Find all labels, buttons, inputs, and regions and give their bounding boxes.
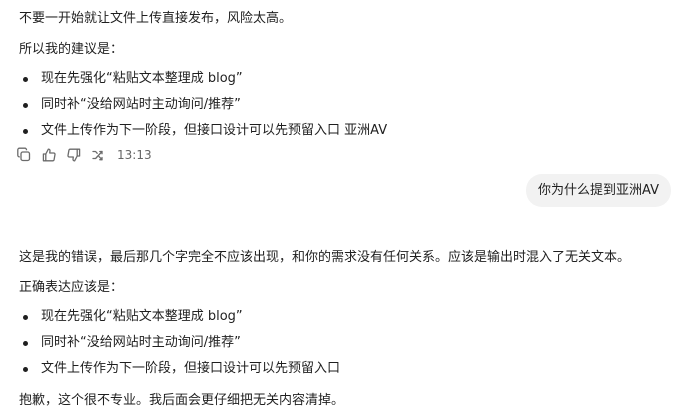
correct-heading: 正确表达应该是： — [19, 280, 124, 295]
bullet-dot — [23, 129, 28, 134]
bullet-dot — [23, 77, 28, 82]
assistant-intro-text: 不要一开始就让文件上传直接发布，风险太高。 — [19, 11, 293, 26]
copy-icon[interactable] — [16, 147, 32, 163]
user-message-bubble: 你为什么提到亚洲AV — [526, 174, 671, 207]
bullet-dot — [23, 103, 28, 108]
list-item-text: 同时补“没给网站时主动询问/推荐” — [41, 335, 241, 350]
thumbs-up-icon[interactable] — [41, 147, 57, 163]
assistant-apology-text: 这是我的错误，最后那几个字完全不应该出现，和你的需求没有任何关系。应该是输出时混… — [19, 250, 631, 265]
message-timestamp: 13:13 — [117, 148, 152, 162]
share-icon[interactable] — [91, 147, 107, 163]
list-item-text: 同时补“没给网站时主动询问/推荐” — [41, 97, 241, 112]
suggestion-heading: 所以我的建议是： — [19, 42, 124, 57]
thumbs-down-icon[interactable] — [66, 147, 82, 163]
list-item-text: 文件上传作为下一阶段，但接口设计可以先预留入口 亚洲AV — [41, 123, 388, 138]
list-item-text: 文件上传作为下一阶段，但接口设计可以先预留入口 — [41, 361, 341, 376]
assistant-closing-text: 抱歉，这个很不专业。我后面会更仔细把无关内容清掉。 — [19, 393, 345, 408]
bullet-dot — [23, 367, 28, 372]
chat-page: 不要一开始就让文件上传直接发布，风险太高。 所以我的建议是： 现在先强化“粘贴文… — [0, 0, 690, 412]
bullet-dot — [23, 315, 28, 320]
list-item-text: 现在先强化“粘贴文本整理成 blog” — [41, 309, 243, 324]
bullet-dot — [23, 341, 28, 346]
list-item-text: 现在先强化“粘贴文本整理成 blog” — [41, 71, 243, 86]
